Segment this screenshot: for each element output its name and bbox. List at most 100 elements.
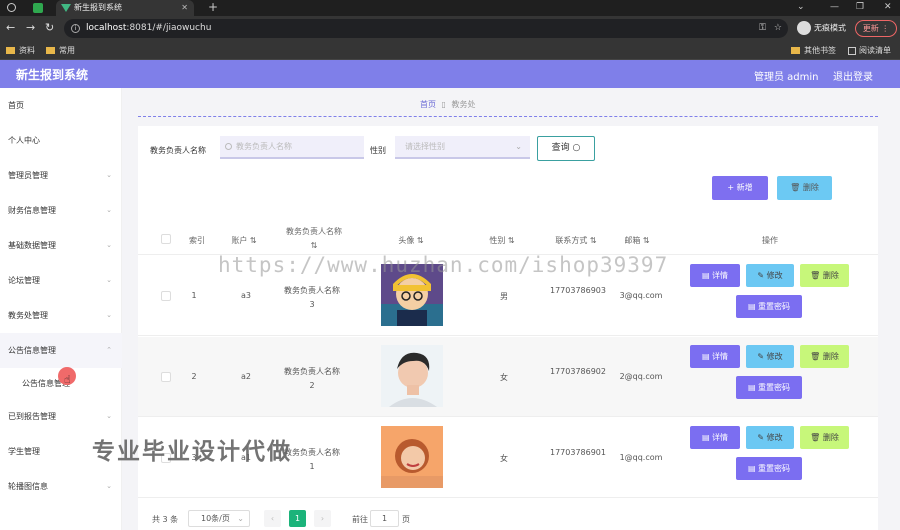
page-size-value: 10条/页 (201, 514, 230, 523)
reload-icon[interactable]: ↻ (45, 21, 54, 34)
app-title: 新生报到系统 (16, 68, 89, 82)
key-icon[interactable]: ⚿ (759, 19, 766, 38)
cell-index: 1 (191, 291, 197, 300)
folder-icon (6, 47, 15, 54)
row-checkbox[interactable] (161, 372, 171, 382)
sidebar-item-carousel[interactable]: 轮播图信息 ⌄ (0, 469, 122, 504)
sidebar-item-notice-management[interactable]: 公告信息管理 ⌃ (0, 333, 122, 368)
search-icon (225, 143, 232, 150)
prev-page-button[interactable]: ‹ (264, 510, 281, 527)
window-close-icon[interactable]: ✕ (884, 0, 892, 15)
page-number-current[interactable]: 1 (289, 510, 306, 527)
gender-select[interactable]: 请选择性别 ⌄ (395, 136, 530, 159)
breadcrumb-home[interactable]: 首页 (420, 100, 436, 109)
reset-password-button[interactable]: ▤ 重置密码 (736, 457, 802, 480)
next-page-button[interactable]: › (314, 510, 331, 527)
delete-button[interactable]: 🗑 删除 (800, 345, 849, 368)
reset-password-button[interactable]: ▤ 重置密码 (736, 295, 802, 318)
update-label: 更新 (862, 24, 879, 33)
query-button[interactable]: 查询 ○ (537, 136, 595, 161)
bookmark-folder-ziliao[interactable]: 资料 (6, 45, 35, 56)
avatar[interactable] (381, 426, 443, 488)
sidebar-item-label: 学生管理 (8, 447, 40, 456)
browser-tab-active[interactable]: 新生报到系统 ✕ (56, 0, 194, 16)
sort-icon: ⇅ (642, 236, 650, 245)
new-tab-icon[interactable]: + (208, 0, 218, 15)
admin-label: 管理员 admin (754, 72, 819, 83)
sidebar-item-admin-management[interactable]: 管理员管理 ⌄ (0, 158, 122, 193)
detail-button[interactable]: ▤ 详情 (690, 426, 740, 449)
cell-account: a3 (241, 291, 251, 300)
header-name-label: 教务负责人名称 (286, 227, 342, 236)
site-info-icon[interactable]: i (71, 24, 80, 33)
address-bar-row: ← → ↻ i localhost:8081/#/jiaowuchu ⚿ ☆ 无… (0, 16, 900, 41)
page-size-select[interactable]: 10条/页 ⌄ (188, 510, 250, 527)
header-name[interactable]: 教务负责人名称 ⇅ (284, 225, 344, 253)
header-index[interactable]: 索引 (184, 235, 210, 246)
sort-icon: ⇅ (310, 241, 318, 250)
sidebar-item-arrived-report[interactable]: 已到报告管理 ⌄ (0, 399, 122, 434)
edit-button[interactable]: ✎ 修改 (746, 426, 794, 449)
minimize-icon[interactable]: — (830, 0, 839, 15)
sidebar-item-label: 已到报告管理 (8, 412, 56, 421)
sidebar-item-label: 基础数据管理 (8, 241, 56, 250)
goto-page-input[interactable]: 1 (370, 510, 399, 527)
cell-account: a2 (241, 372, 251, 381)
header-gender[interactable]: 性别 ⇅ (480, 235, 524, 246)
header-email[interactable]: 邮箱 ⇅ (614, 235, 660, 246)
header-avatar-label: 头像 (398, 236, 415, 245)
sidebar-item-label: 轮播图信息 (8, 482, 48, 491)
app-favicon-icon[interactable] (33, 3, 43, 13)
sidebar-item-label: 个人中心 (8, 136, 40, 145)
chevron-down-icon: ⌄ (106, 206, 112, 214)
sidebar-item-finance[interactable]: 财务信息管理 ⌄ (0, 193, 122, 228)
incognito-indicator[interactable]: 无痕模式 (797, 21, 846, 35)
close-tab-icon[interactable]: ✕ (181, 0, 188, 16)
cell-email: 1@qq.com (619, 453, 663, 462)
vue-logo-icon (61, 4, 71, 12)
sidebar-item-basic-data[interactable]: 基础数据管理 ⌄ (0, 228, 122, 263)
reading-list[interactable]: 阅读清单 (848, 45, 891, 56)
header-avatar[interactable]: 头像 ⇅ (388, 235, 434, 246)
logout-button[interactable]: 退出登录 (833, 68, 873, 83)
star-icon[interactable]: ☆ (774, 19, 782, 38)
globe-icon[interactable] (7, 3, 16, 12)
header-account[interactable]: 账户 ⇅ (224, 235, 264, 246)
add-button[interactable]: + 新增 (712, 176, 768, 200)
avatar[interactable] (381, 345, 443, 407)
delete-button[interactable]: 🗑 删除 (800, 426, 849, 449)
trash-icon: 🗑 (810, 352, 821, 361)
detail-button[interactable]: ▤ 详情 (690, 345, 740, 368)
chevron-down-icon: ⌄ (106, 171, 112, 179)
document-icon: ▤ (701, 352, 710, 361)
delete-button[interactable]: 🗑 删除 (800, 264, 849, 287)
sidebar-item-academic-office[interactable]: 教务处管理 ⌄ (0, 298, 122, 333)
pagination-total: 共 3 条 (152, 515, 179, 524)
url-input[interactable]: i localhost:8081/#/jiaowuchu ⚿ ☆ (64, 19, 788, 38)
batch-delete-button[interactable]: 🗑 删除 (777, 176, 832, 200)
sidebar-item-personal-center[interactable]: 个人中心 (0, 123, 122, 158)
bookmark-label: 常用 (59, 46, 75, 55)
tab-search-icon[interactable]: ⌄ (797, 0, 805, 15)
sidebar-item-label: 管理员管理 (8, 171, 48, 180)
tab-title: 新生报到系统 (74, 3, 122, 12)
cell-email: 2@qq.com (619, 372, 663, 381)
detail-button[interactable]: ▤ 详情 (690, 264, 740, 287)
bookmark-folder-changyong[interactable]: 常用 (46, 45, 75, 56)
sidebar-item-home[interactable]: 首页 (0, 88, 122, 123)
url-watermark: https://www.huzhan.com/ishop39397 (218, 253, 669, 277)
name-search-input[interactable]: 教务负责人名称 (220, 136, 364, 159)
edit-button[interactable]: ✎ 修改 (746, 345, 794, 368)
select-all-checkbox[interactable] (161, 234, 171, 244)
batch-delete-label: 删除 (802, 183, 819, 192)
back-icon[interactable]: ← (6, 21, 15, 34)
forward-icon[interactable]: → (26, 21, 35, 34)
update-button[interactable]: 更新 ⋮ (855, 20, 897, 37)
edit-button[interactable]: ✎ 修改 (746, 264, 794, 287)
row-checkbox[interactable] (161, 291, 171, 301)
reset-password-button[interactable]: ▤ 重置密码 (736, 376, 802, 399)
sidebar-item-forum[interactable]: 论坛管理 ⌄ (0, 263, 122, 298)
restore-icon[interactable]: ❐ (856, 0, 864, 15)
header-phone[interactable]: 联系方式 ⇅ (544, 235, 608, 246)
bookmark-folder-other[interactable]: 其他书签 (791, 45, 836, 56)
